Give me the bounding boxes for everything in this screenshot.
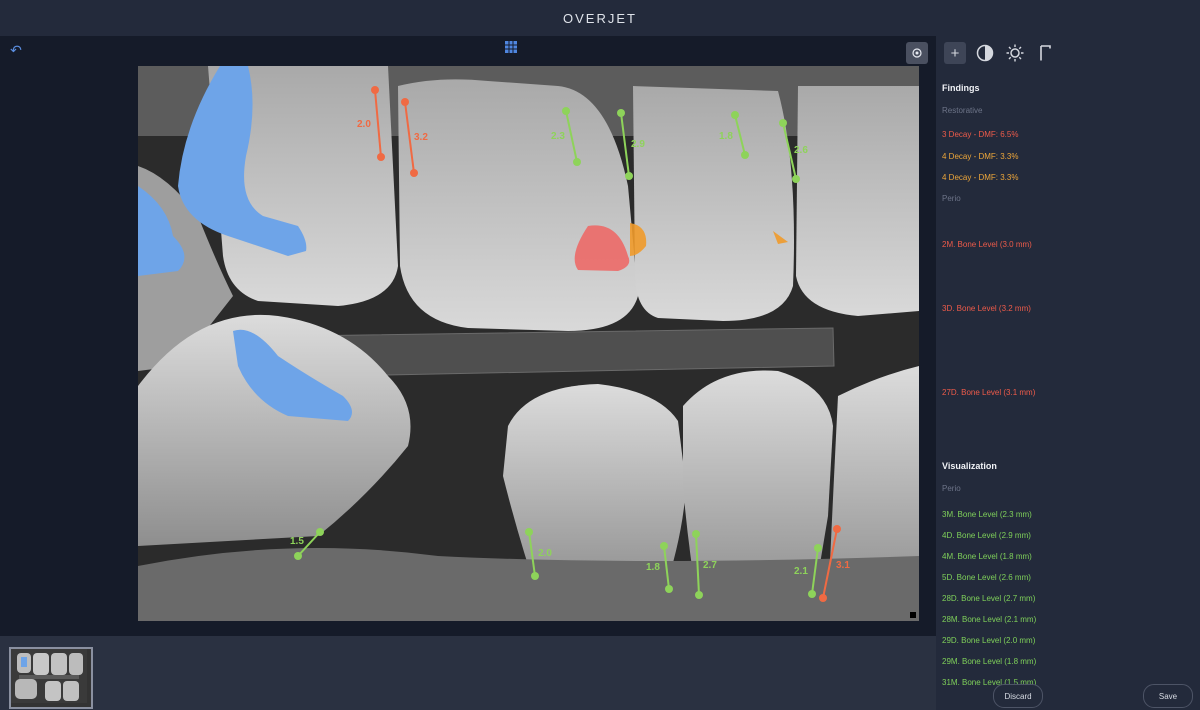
measurement-label: 3.2 [414, 132, 428, 143]
filmstrip [0, 636, 936, 710]
measurement-label: 2.9 [631, 139, 645, 150]
measurement-label: 2.3 [551, 131, 565, 142]
finding-item[interactable]: 2M. Bone Level (3.0 mm) [942, 240, 1032, 249]
visualization-item[interactable]: 29D. Bone Level (2.0 mm) [942, 636, 1035, 645]
corner-marker [910, 612, 916, 618]
visualization-item[interactable]: 29M. Bone Level (1.8 mm) [942, 657, 1036, 666]
gamma-icon[interactable] [1034, 42, 1056, 64]
measurement-label: 2.7 [703, 560, 717, 571]
measurement-label: 3.1 [836, 560, 850, 571]
thumbnail-image [11, 649, 87, 703]
finding-item[interactable]: 3 Decay - DMF: 6.5% [942, 130, 1018, 139]
visualization-title: Visualization [942, 461, 997, 471]
restorative-label: Restorative [942, 106, 983, 115]
measurement-label: 2.0 [538, 548, 552, 559]
upper-tooth [633, 86, 794, 321]
arrow-back-icon[interactable]: ↶ [8, 42, 24, 58]
perio-label: Perio [942, 194, 961, 203]
measurement-label: 1.8 [646, 562, 660, 573]
finding-item[interactable]: 4 Decay - DMF: 3.3% [942, 152, 1018, 161]
brightness-icon[interactable] [1004, 42, 1026, 64]
visualization-item[interactable]: 5D. Bone Level (2.6 mm) [942, 573, 1031, 582]
xray-image[interactable]: 2.0 3.2 2.3 2.9 1.8 2.6 1.5 2.0 1.8 2.7 … [138, 66, 919, 621]
upper-tooth [796, 86, 919, 316]
discard-button[interactable]: Discard [993, 684, 1043, 708]
finding-item[interactable]: 3D. Bone Level (3.2 mm) [942, 304, 1031, 313]
visualization-item[interactable]: 28M. Bone Level (2.1 mm) [942, 615, 1036, 624]
visualization-item[interactable]: 4M. Bone Level (1.8 mm) [942, 552, 1032, 561]
measurement-label: 2.6 [794, 145, 808, 156]
top-bar: OVERJET [0, 0, 1200, 36]
visualization-item[interactable]: 3M. Bone Level (2.3 mm) [942, 510, 1032, 519]
findings-title: Findings [942, 83, 980, 93]
measurement-label: 1.8 [719, 131, 733, 142]
measurement-label: 1.5 [290, 536, 304, 547]
visualization-item[interactable]: 28D. Bone Level (2.7 mm) [942, 594, 1035, 603]
visualization-item[interactable]: 4D. Bone Level (2.9 mm) [942, 531, 1031, 540]
app-title: OVERJET [563, 10, 637, 26]
measurement-label: 2.0 [357, 119, 371, 130]
contrast-icon[interactable] [974, 42, 996, 64]
add-icon[interactable]: + [944, 42, 966, 64]
save-button[interactable]: Save [1143, 684, 1193, 708]
findings-panel: + Findings Restorative 3 Decay - DMF: 6.… [936, 36, 1200, 710]
measurement-label: 2.1 [794, 566, 808, 577]
xray-viewer: ↶ 2.0 3.2 2.3 2.9 1.8 2.6 1.5 2.0 1.8 2.… [0, 36, 936, 636]
grid-icon[interactable] [505, 41, 517, 53]
finding-item[interactable]: 4 Decay - DMF: 3.3% [942, 173, 1018, 182]
xray-thumbnail[interactable] [9, 647, 93, 709]
image-tools: + [944, 42, 1056, 66]
finding-item[interactable]: 27D. Bone Level (3.1 mm) [942, 388, 1035, 397]
visualization-perio-label: Perio [942, 484, 961, 493]
crosshair-icon[interactable] [906, 42, 928, 64]
upper-tooth [398, 79, 638, 331]
